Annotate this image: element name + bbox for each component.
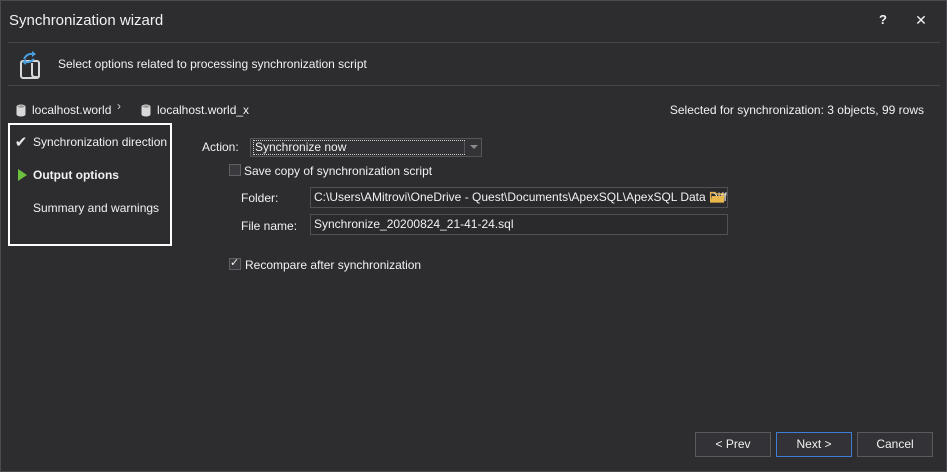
prev-button[interactable]: < Prev <box>695 432 771 457</box>
folder-path-input[interactable]: C:\Users\AMitrovi\OneDrive - Quest\Docum… <box>310 187 728 208</box>
database-icon <box>141 104 151 116</box>
file-name-label: File name: <box>241 219 298 233</box>
action-selected-value: Synchronize now <box>253 140 465 155</box>
step-summary-and-warnings[interactable]: Summary and warnings <box>10 198 170 218</box>
recompare-label[interactable]: Recompare after synchronization <box>245 258 421 272</box>
next-button[interactable]: Next > <box>776 432 852 457</box>
chevron-down-icon[interactable] <box>470 145 478 149</box>
target-database: localhost.world_x <box>141 102 249 118</box>
file-name-input[interactable]: Synchronize_20200824_21-41-24.sql <box>310 214 728 235</box>
wizard-header: Select options related to processing syn… <box>8 42 940 86</box>
header-description: Select options related to processing syn… <box>58 57 367 71</box>
checkmark-icon: ✔ <box>14 134 28 151</box>
folder-browse-icon[interactable] <box>710 191 725 203</box>
action-dropdown[interactable]: Synchronize now <box>250 138 482 157</box>
source-database-label: localhost.world <box>32 103 112 117</box>
cancel-button[interactable]: Cancel <box>857 432 933 457</box>
save-copy-checkbox[interactable] <box>229 164 241 176</box>
chevron-right-icon: › <box>117 99 121 113</box>
title-bar: Synchronization wizard ? ✕ <box>1 1 946 39</box>
close-button[interactable]: ✕ <box>909 9 933 31</box>
folder-label: Folder: <box>241 191 279 205</box>
step-synchronization-direction[interactable]: ✔ Synchronization direction <box>10 132 170 152</box>
step-label: Output options <box>33 168 119 182</box>
checkmark-icon: ✓ <box>230 257 240 269</box>
database-icon <box>16 104 26 116</box>
action-label: Action: <box>202 140 239 154</box>
save-copy-label[interactable]: Save copy of synchronization script <box>244 164 432 178</box>
window-title: Synchronization wizard <box>9 12 164 29</box>
step-label: Synchronization direction <box>33 135 168 149</box>
help-button[interactable]: ? <box>871 9 895 31</box>
recompare-checkbox[interactable]: ✓ <box>229 257 241 270</box>
sync-script-icon <box>20 51 40 79</box>
dropdown-divider <box>464 141 465 154</box>
play-arrow-icon <box>18 169 32 181</box>
selection-summary: Selected for synchronization: 3 objects,… <box>669 103 924 117</box>
target-database-label: localhost.world_x <box>157 103 250 117</box>
wizard-steps-panel: ✔ Synchronization direction Output optio… <box>8 123 172 246</box>
synchronization-wizard-window: Synchronization wizard ? ✕ Select option… <box>0 0 947 472</box>
source-database: localhost.world <box>16 102 111 118</box>
step-output-options[interactable]: Output options <box>10 165 170 185</box>
step-label: Summary and warnings <box>33 201 160 215</box>
